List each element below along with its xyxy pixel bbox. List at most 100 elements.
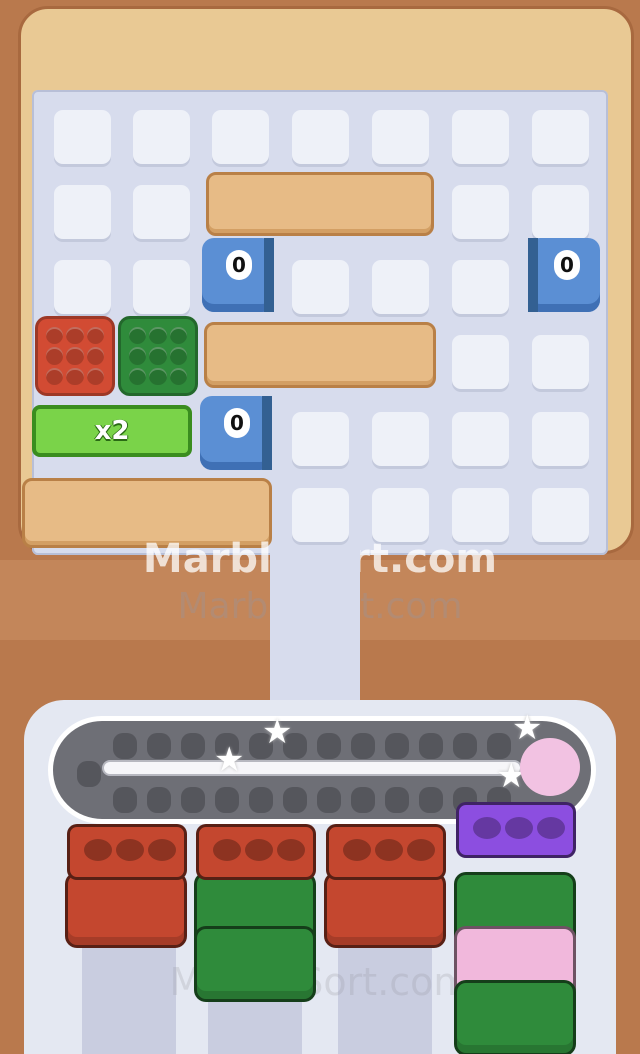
grid-cell <box>452 260 509 314</box>
column-cap-block[interactable] <box>326 824 446 880</box>
marble-hole <box>343 839 371 861</box>
marble-hole <box>245 839 273 861</box>
marble-slot <box>149 327 167 345</box>
conveyor-slot <box>351 787 375 813</box>
marble-slot <box>66 327 84 345</box>
marble-hole <box>505 817 533 839</box>
grid-cell <box>133 110 190 164</box>
pipe-count: 0 <box>224 408 250 438</box>
marble-slot <box>66 367 84 385</box>
conveyor-slot <box>113 787 137 813</box>
marble-hole <box>116 839 144 861</box>
grid-cell <box>133 260 190 314</box>
marble-slot <box>46 327 64 345</box>
grid-cell <box>532 488 589 542</box>
conveyor-slot <box>385 733 409 759</box>
grid-cell <box>372 260 429 314</box>
grid-cell <box>532 185 589 239</box>
grid-cell <box>452 110 509 164</box>
grid-cell <box>532 110 589 164</box>
grid-cell <box>532 335 589 389</box>
marble-slot <box>86 327 104 345</box>
pipe-outlet[interactable]: 0 <box>202 238 274 312</box>
conveyor-slot <box>419 733 443 759</box>
grid-cell <box>372 488 429 542</box>
grid-cell <box>452 488 509 542</box>
red-marble-crate[interactable] <box>35 316 115 396</box>
conveyor-slot <box>283 787 307 813</box>
pink-marble-burst <box>520 738 580 796</box>
marble-slot <box>86 347 104 365</box>
grid-cell <box>292 260 349 314</box>
grid-cell <box>54 110 111 164</box>
marble-hole <box>84 839 112 861</box>
conveyor-slot <box>181 787 205 813</box>
pipe-rim <box>264 238 274 312</box>
marble-hole <box>148 839 176 861</box>
grid-cell <box>133 185 190 239</box>
marble-hole <box>473 817 501 839</box>
grid-cell <box>212 110 269 164</box>
multiplier-label: x2 <box>94 416 130 446</box>
grid-cell <box>292 110 349 164</box>
marble-slot <box>129 347 147 365</box>
grid-cell <box>452 412 509 466</box>
marble-hole <box>277 839 305 861</box>
sparkle-star-icon: ★ <box>214 740 245 780</box>
marble-hole <box>375 839 403 861</box>
grid-cell <box>452 335 509 389</box>
column-cap-block[interactable] <box>456 802 576 858</box>
green-marble-crate[interactable] <box>118 316 198 396</box>
conveyor-slot <box>317 787 341 813</box>
grid-cell <box>372 110 429 164</box>
pipe-count: 0 <box>554 250 580 280</box>
grid-cell <box>532 412 589 466</box>
marble-slot <box>46 347 64 365</box>
funnel-chute <box>270 548 360 718</box>
conveyor-slot <box>147 733 171 759</box>
grid-cell <box>372 412 429 466</box>
column-cap-block[interactable] <box>196 824 316 880</box>
conveyor-slot <box>351 733 375 759</box>
conveyor-slot <box>249 787 273 813</box>
marble-slot <box>46 367 64 385</box>
game-screen: 0 0 0 x2 Marblesort.com MarbleSort.com ★… <box>0 0 640 1054</box>
stacked-block[interactable] <box>454 980 576 1054</box>
marble-slot <box>169 327 187 345</box>
conveyor-slot <box>147 787 171 813</box>
marble-slot <box>149 347 167 365</box>
conveyor-slot <box>113 733 137 759</box>
conveyor-slot <box>77 761 101 787</box>
grid-cell <box>54 260 111 314</box>
sparkle-star-icon: ★ <box>262 712 293 752</box>
conveyor-slot <box>419 787 443 813</box>
wood-plank[interactable] <box>206 172 434 236</box>
stacked-block[interactable] <box>194 926 316 1002</box>
pipe-outlet[interactable]: 0 <box>200 396 272 470</box>
conveyor-rail <box>102 760 522 776</box>
marble-hole <box>407 839 435 861</box>
wood-plank[interactable] <box>204 322 436 388</box>
pipe-count: 0 <box>226 250 252 280</box>
conveyor-slot <box>215 787 239 813</box>
pipe-outlet[interactable]: 0 <box>528 238 600 312</box>
grid-cell <box>292 488 349 542</box>
multiplier-bonus-bar[interactable]: x2 <box>32 405 192 457</box>
marble-slot <box>169 347 187 365</box>
stacked-block[interactable] <box>65 872 187 948</box>
marble-slot <box>129 327 147 345</box>
marble-hole <box>537 817 565 839</box>
column-cap-block[interactable] <box>67 824 187 880</box>
conveyor-slot <box>385 787 409 813</box>
marble-slot <box>86 367 104 385</box>
grid-cell <box>54 185 111 239</box>
conveyor-slot <box>317 733 341 759</box>
marble-slot <box>169 367 187 385</box>
stacked-block[interactable] <box>324 872 446 948</box>
conveyor-slot <box>181 733 205 759</box>
marble-slot <box>149 367 167 385</box>
grid-cell <box>452 185 509 239</box>
grid-cell <box>292 412 349 466</box>
marble-slot <box>66 347 84 365</box>
marble-hole <box>213 839 241 861</box>
